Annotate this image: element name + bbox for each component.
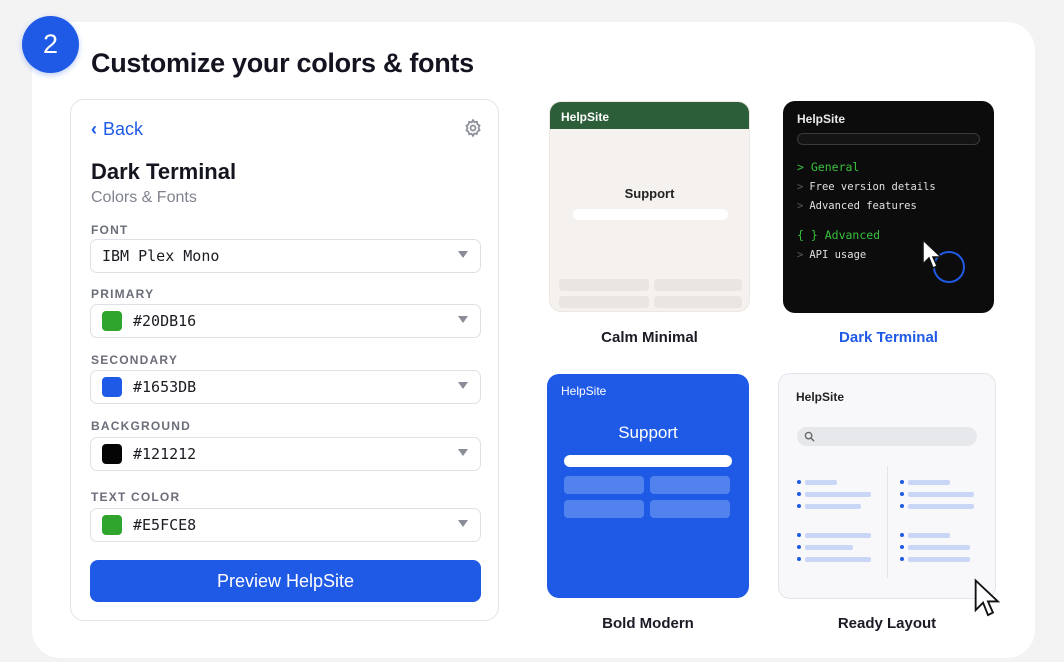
text-color-select[interactable]: #E5FCE8: [90, 508, 481, 542]
dark-brand: HelpSite: [797, 112, 846, 126]
list-dot: [797, 557, 801, 561]
list-dot: [900, 480, 904, 484]
background-color-select[interactable]: #121212: [90, 437, 481, 471]
bold-search-bar: [564, 455, 732, 467]
terminal-line: > API usage: [797, 249, 867, 261]
list-line: [908, 557, 970, 562]
primary-swatch: [102, 311, 122, 331]
terminal-line: { } Advanced: [797, 228, 881, 242]
ready-layout-label[interactable]: Ready Layout: [778, 615, 996, 632]
list-dot: [900, 545, 904, 549]
secondary-swatch: [102, 377, 122, 397]
step-badge: 2: [22, 16, 79, 73]
background-value: #121212: [133, 445, 197, 463]
bold-heading: Support: [618, 423, 678, 442]
list-dot: [900, 492, 904, 496]
dark-search-bar: [797, 133, 980, 145]
column-divider: [887, 466, 888, 578]
dark-terminal-label[interactable]: Dark Terminal: [783, 329, 994, 346]
list-dot: [900, 504, 904, 508]
list-line: [908, 545, 970, 550]
list-dot: [900, 533, 904, 537]
list-dot: [797, 545, 801, 549]
theme-card-bold-modern[interactable]: HelpSite Support: [547, 374, 749, 598]
list-line: [805, 504, 861, 509]
primary-color-select[interactable]: #20DB16: [90, 304, 481, 338]
caret-down-icon: [458, 316, 468, 323]
cursor-icon: [974, 578, 1001, 617]
terminal-line: > Advanced features: [797, 200, 917, 212]
calm-minimal-label[interactable]: Calm Minimal: [549, 329, 750, 346]
calm-search-bar: [573, 209, 728, 220]
list-dot: [797, 480, 801, 484]
background-label: BACKGROUND: [91, 419, 191, 433]
back-button[interactable]: ‹ Back: [91, 119, 143, 140]
secondary-value: #1653DB: [133, 378, 197, 396]
theme-card-calm-minimal[interactable]: HelpSite Support: [549, 101, 750, 312]
list-dot: [900, 557, 904, 561]
terminal-line: > Free version details: [797, 181, 936, 193]
text-color-value: #E5FCE8: [133, 516, 197, 534]
calm-block: [654, 279, 742, 291]
cursor-icon: [922, 238, 943, 270]
list-line: [805, 492, 871, 497]
terminal-line: > General: [797, 160, 860, 174]
theme-card-ready-layout[interactable]: HelpSite: [778, 373, 996, 599]
list-line: [805, 545, 853, 550]
text-color-label: TEXT COLOR: [91, 490, 181, 504]
list-line: [805, 480, 837, 485]
ready-search-bar: [797, 427, 977, 446]
calm-block: [559, 279, 649, 291]
calm-block: [559, 296, 649, 308]
bold-block: [650, 500, 730, 518]
preview-helpsite-button[interactable]: Preview HelpSite: [90, 560, 481, 602]
secondary-label: SECONDARY: [91, 353, 179, 367]
primary-label: PRIMARY: [91, 287, 155, 301]
list-line: [908, 492, 974, 497]
list-line: [908, 533, 950, 538]
search-icon: [804, 431, 815, 442]
back-label: Back: [103, 119, 144, 139]
list-line: [908, 480, 950, 485]
gear-icon[interactable]: [463, 118, 483, 138]
font-label: FONT: [91, 223, 129, 237]
list-line: [805, 533, 871, 538]
calm-heading: Support: [624, 186, 675, 201]
theme-card-dark-terminal[interactable]: HelpSite > General > Free version details…: [783, 101, 994, 313]
calm-brand: HelpSite: [550, 102, 749, 129]
text-color-swatch: [102, 515, 122, 535]
chevron-left-icon: ‹: [91, 119, 97, 139]
secondary-color-select[interactable]: #1653DB: [90, 370, 481, 404]
bold-block: [564, 500, 644, 518]
bold-block: [650, 476, 730, 494]
caret-down-icon: [458, 251, 468, 258]
list-dot: [797, 533, 801, 537]
primary-value: #20DB16: [133, 312, 197, 330]
caret-down-icon: [458, 520, 468, 527]
calm-block: [654, 296, 742, 308]
bold-modern-label[interactable]: Bold Modern: [547, 615, 749, 632]
background-swatch: [102, 444, 122, 464]
list-dot: [797, 504, 801, 508]
bold-block: [564, 476, 644, 494]
caret-down-icon: [458, 382, 468, 389]
caret-down-icon: [458, 449, 468, 456]
page-title: Customize your colors & fonts: [91, 48, 474, 78]
theme-subtitle: Colors & Fonts: [91, 189, 197, 206]
bold-brand: HelpSite: [561, 384, 607, 398]
ready-brand: HelpSite: [796, 390, 845, 404]
list-dot: [797, 492, 801, 496]
list-line: [908, 504, 974, 509]
theme-settings-panel: ‹ Back Dark Terminal Colors & Fonts FONT…: [70, 99, 499, 621]
list-line: [805, 557, 871, 562]
font-value: IBM Plex Mono: [102, 247, 220, 265]
font-select[interactable]: IBM Plex Mono: [90, 239, 481, 273]
theme-title: Dark Terminal: [91, 159, 237, 184]
